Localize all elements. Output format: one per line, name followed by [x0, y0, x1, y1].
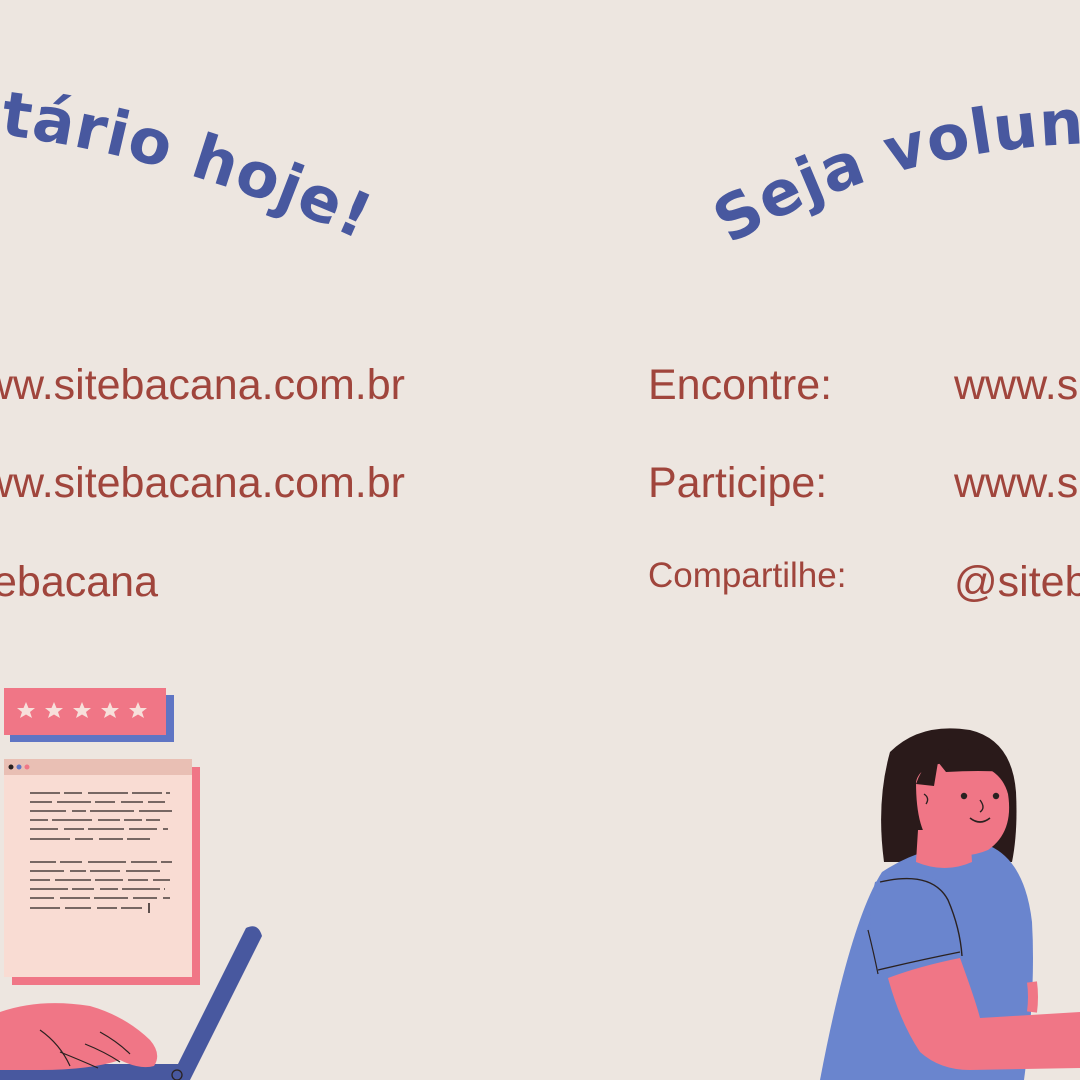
right-title: Seja voluntário hoje! — [701, 85, 1080, 258]
rating-card-icon — [4, 688, 174, 742]
left-row-value-2[interactable]: www.sitebacana.com.br — [0, 462, 405, 505]
left-row-value-3[interactable]: @sitebacana — [0, 561, 158, 604]
right-row-label-3: Compartilhe: — [648, 556, 847, 595]
right-row-value-2[interactable]: www.sitebacana.com.br — [954, 462, 1080, 505]
laptop-icon — [0, 926, 262, 1080]
headline-arcs: Seja voluntário hoje! Seja voluntário ho… — [0, 69, 1080, 258]
right-row-label-1: Encontre: — [648, 361, 833, 409]
right-row-value-1[interactable]: www.sitebacana.com.br — [954, 364, 1080, 407]
right-row-value-3[interactable]: @sitebacana — [954, 561, 1080, 604]
right-row-label-2: Participe: — [648, 459, 828, 507]
volunteer-banner: Seja voluntário hoje! Seja voluntário ho… — [0, 0, 1080, 1080]
left-row-value-1[interactable]: www.sitebacana.com.br — [0, 364, 405, 407]
volunteer-woman-illustration — [820, 728, 1080, 1080]
left-title: Seja voluntário hoje! — [0, 69, 383, 254]
